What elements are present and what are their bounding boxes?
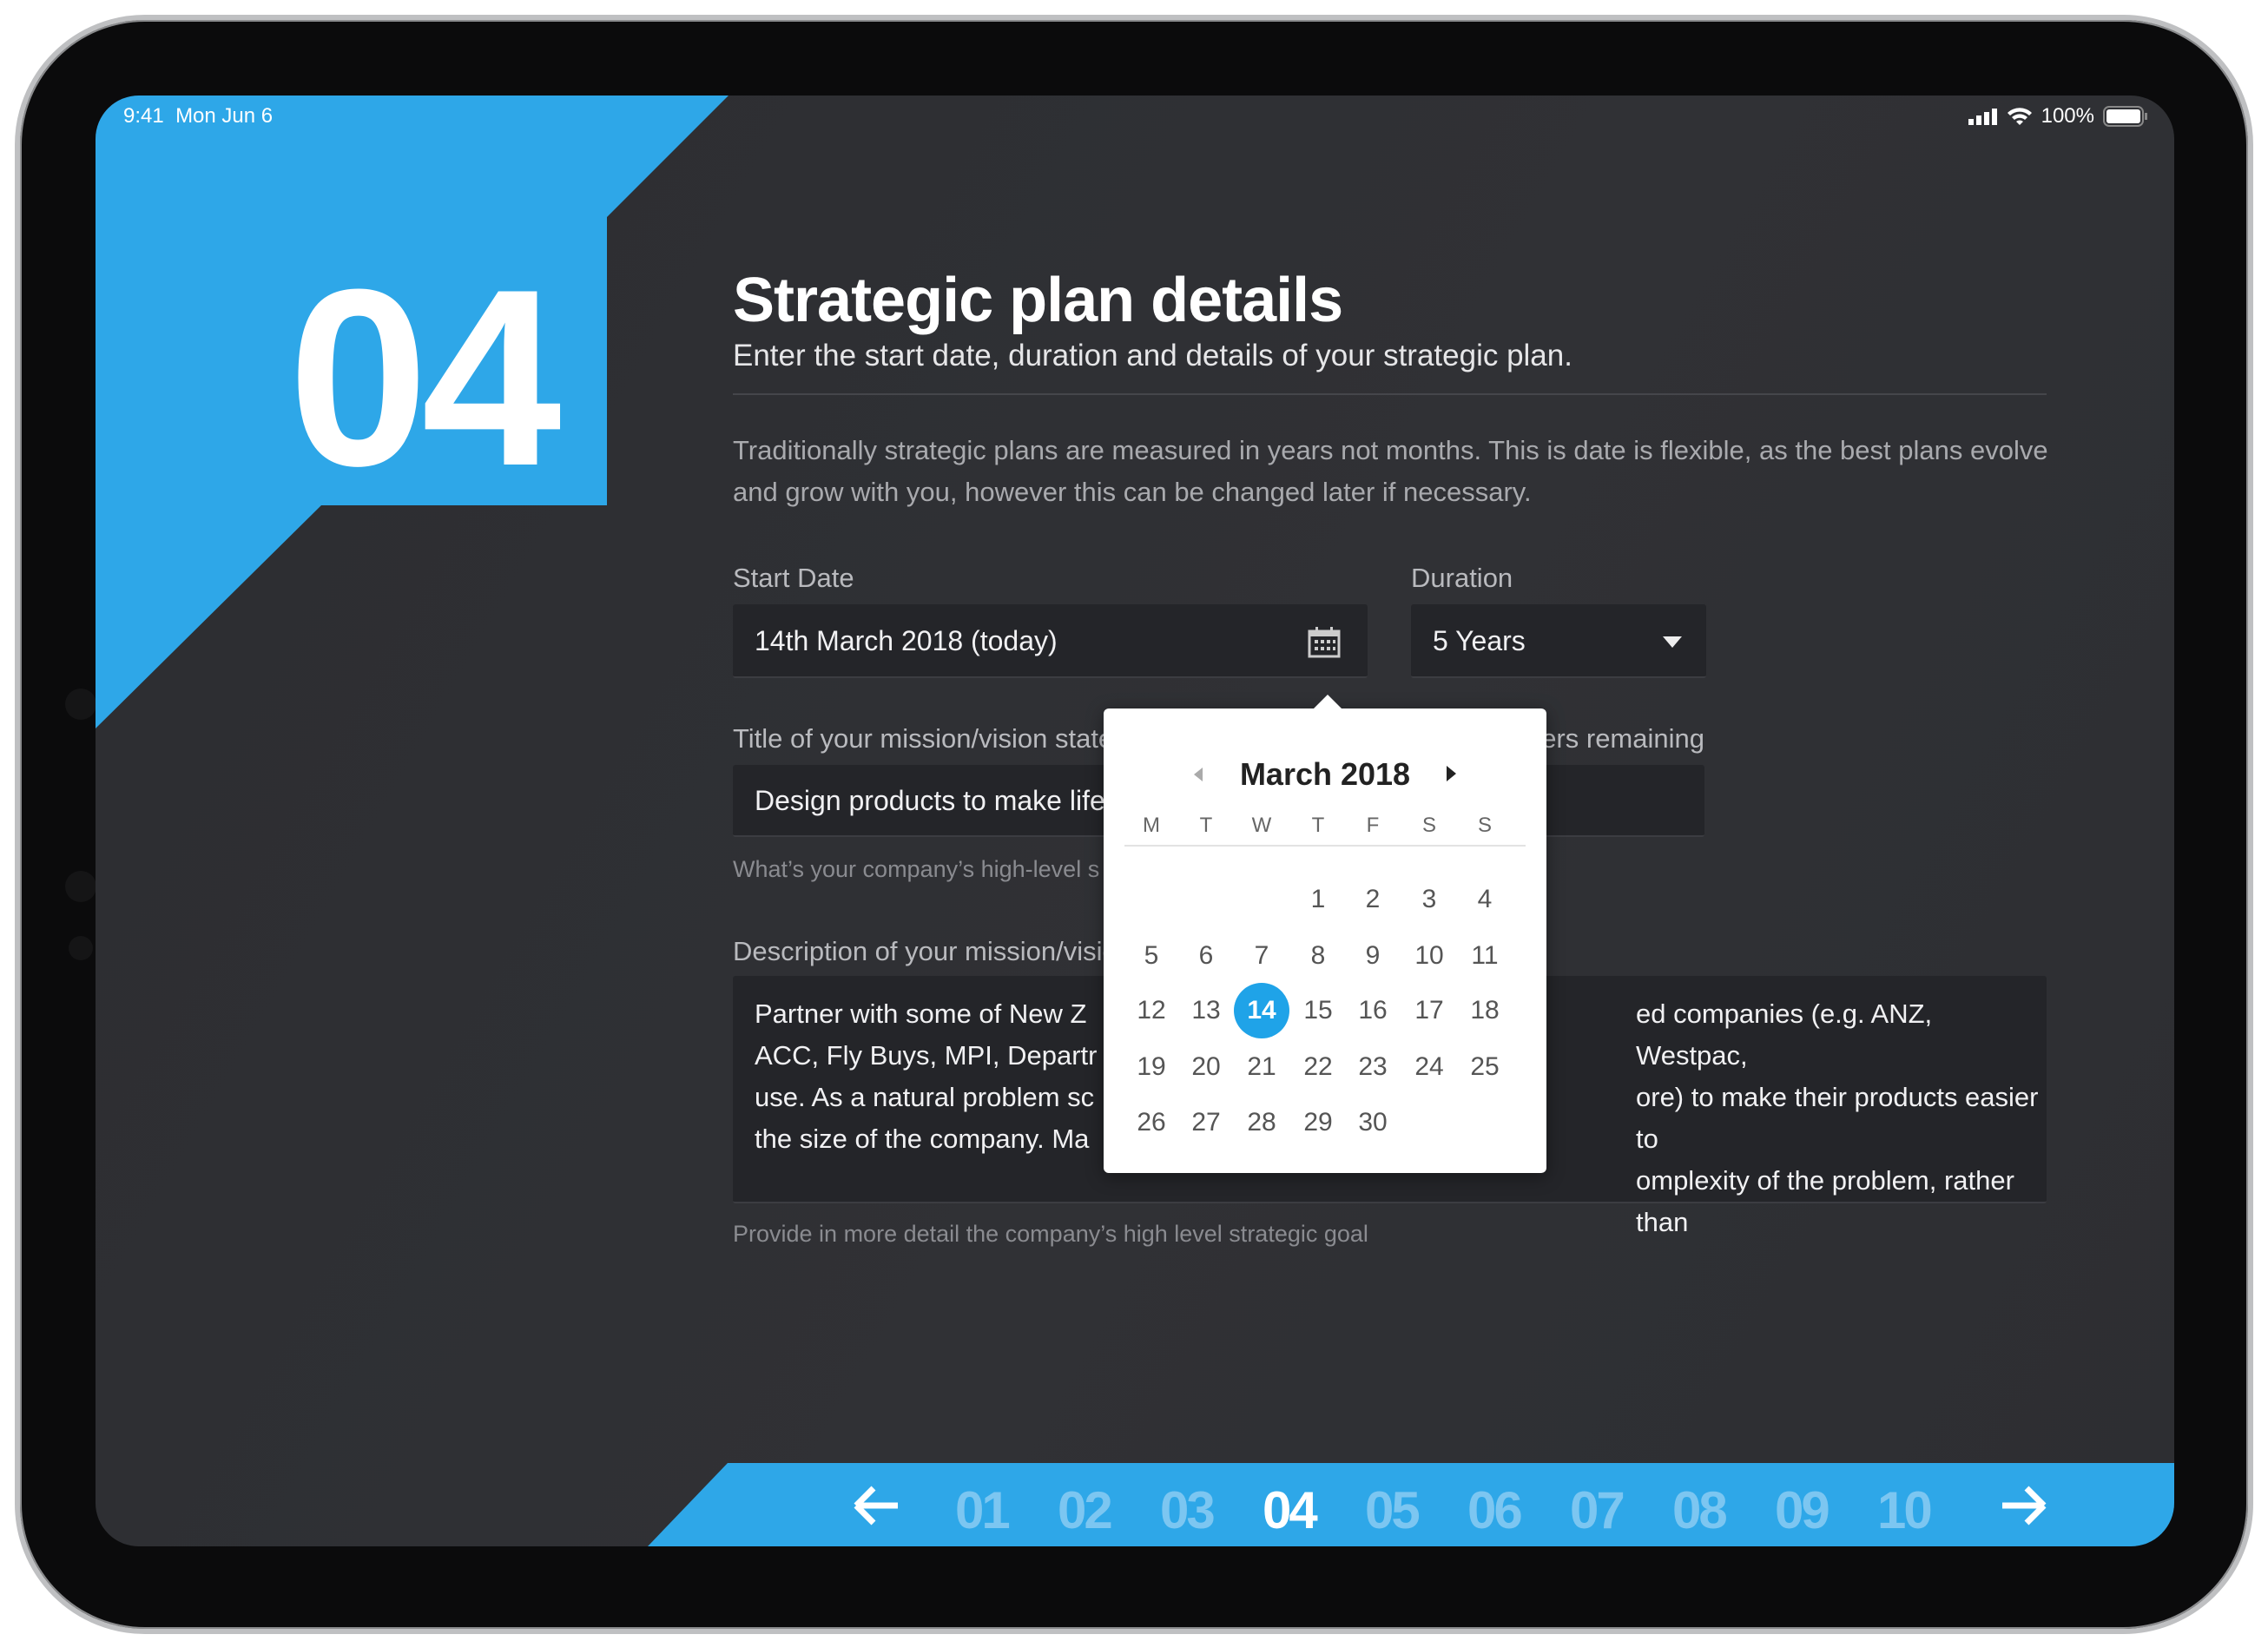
calendar-day[interactable]: 1 [1290, 885, 1346, 914]
calendar-day[interactable]: 27 [1178, 1108, 1234, 1137]
weekday-label: F [1366, 814, 1380, 837]
page-10[interactable]: 10 [1877, 1480, 1933, 1540]
app-screen: 04 9:41 Mon Jun 6 100% Strategic plan de… [96, 96, 2174, 1546]
calendar-day[interactable]: 15 [1290, 996, 1346, 1025]
calendar-day[interactable]: 11 [1457, 941, 1513, 971]
mission-title-hint: What’s your company’s high-level s [733, 856, 1100, 882]
start-date-label: Start Date [733, 563, 854, 593]
weekday-label: T [1199, 814, 1213, 837]
weekday-label: S [1421, 814, 1436, 837]
calendar-day[interactable]: 8 [1290, 941, 1346, 971]
calendar-day[interactable]: 13 [1178, 996, 1234, 1025]
description-label: Description of your mission/visio [733, 936, 1118, 966]
page-07[interactable]: 07 [1570, 1480, 1625, 1540]
description-hint: Provide in more detail the company’s hig… [733, 1221, 1368, 1247]
battery-percent: 100% [2041, 104, 2094, 128]
calendar-day[interactable]: 7 [1234, 941, 1289, 971]
calendar-day[interactable]: 6 [1178, 941, 1234, 971]
calendar-day[interactable]: 2 [1345, 885, 1401, 914]
calendar-day[interactable]: 9 [1345, 941, 1401, 971]
calendar-divider [1124, 845, 1526, 847]
calendar-day[interactable]: 23 [1345, 1052, 1401, 1082]
calendar-day[interactable]: 12 [1124, 996, 1179, 1025]
page-01[interactable]: 01 [955, 1480, 1011, 1540]
description-text-right: ed companies (e.g. ANZ, Westpac, ore) to … [1636, 998, 2039, 1237]
calendar-month-title: March 2018 [1239, 756, 1411, 792]
intro-text: Traditionally strategic plans are measur… [733, 435, 2048, 507]
calendar-day[interactable]: 17 [1401, 996, 1457, 1025]
mission-title-value: Design products to make life [755, 785, 1105, 816]
signal-icon [1968, 109, 1997, 125]
page-04[interactable]: 04 [1263, 1480, 1318, 1540]
duration-select[interactable]: 5 Years [1411, 604, 1706, 678]
page-09[interactable]: 09 [1775, 1480, 1830, 1540]
weekday-label: S [1477, 814, 1492, 837]
duration-label: Duration [1411, 563, 1513, 593]
page-06[interactable]: 06 [1467, 1480, 1523, 1540]
arrow-left-icon[interactable] [853, 1485, 901, 1526]
step-number: 04 [288, 237, 562, 518]
date-picker-popover: March 2018 MTWTFSS 1 2 3 4 5 6 7 8 9 10 11 12 13 14 15… [1104, 695, 1546, 1173]
description-text-left: Partner with some of New Z ACC, Fly Buys,… [755, 998, 1098, 1154]
next-month-icon[interactable] [1447, 766, 1456, 781]
calendar-day[interactable]: 26 [1124, 1108, 1179, 1137]
page-title: Strategic plan details [733, 266, 1343, 335]
calendar-day[interactable]: 19 [1124, 1052, 1179, 1082]
calendar-day[interactable]: 28 [1234, 1108, 1289, 1137]
divider [733, 393, 2047, 395]
calendar-day[interactable]: 10 [1401, 941, 1457, 971]
battery-icon [2103, 106, 2147, 127]
page-03[interactable]: 03 [1160, 1480, 1216, 1540]
dropdown-caret-icon [1663, 636, 1682, 648]
status-indicators: 100% [1968, 104, 2148, 129]
calendar-day[interactable]: 25 [1457, 1052, 1513, 1082]
characters-remaining: ers remaining [1541, 723, 1704, 754]
calendar-day[interactable]: 20 [1178, 1052, 1234, 1082]
weekday-label: W [1251, 814, 1272, 837]
calendar-day[interactable]: 16 [1345, 996, 1401, 1025]
weekday-label: T [1311, 814, 1325, 837]
sensor-dot [65, 871, 96, 902]
calendar-day[interactable]: 21 [1234, 1052, 1289, 1082]
start-date-field[interactable]: 14th March 2018 (today) [733, 604, 1368, 678]
calendar-day[interactable]: 4 [1457, 885, 1513, 914]
mission-title-label: Title of your mission/vision state [733, 723, 1114, 754]
weekday-label: M [1143, 814, 1160, 837]
page-08[interactable]: 08 [1672, 1480, 1728, 1540]
start-date-value: 14th March 2018 (today) [755, 625, 1058, 656]
calendar-day[interactable]: 29 [1290, 1108, 1346, 1137]
page-02[interactable]: 02 [1058, 1480, 1113, 1540]
calendar-day-selected[interactable]: 14 [1234, 983, 1289, 1038]
calendar-icon[interactable] [1308, 627, 1341, 658]
calendar-day[interactable]: 24 [1401, 1052, 1457, 1082]
calendar-day[interactable]: 30 [1345, 1108, 1401, 1137]
sensor-dot [69, 936, 93, 960]
wifi-icon [2007, 108, 2032, 125]
calendar-day[interactable]: 22 [1290, 1052, 1346, 1082]
duration-value: 5 Years [1433, 625, 1526, 656]
calendar-day[interactable]: 18 [1457, 996, 1513, 1025]
calendar-day[interactable]: 3 [1401, 885, 1457, 914]
arrow-right-icon[interactable] [1999, 1485, 2047, 1526]
page-subtitle: Enter the start date, duration and detai… [733, 339, 1572, 372]
page-05[interactable]: 05 [1365, 1480, 1421, 1540]
status-time: 9:41 Mon Jun 6 [123, 104, 274, 128]
camera-dot [65, 689, 96, 720]
calendar-day[interactable]: 5 [1124, 941, 1179, 971]
